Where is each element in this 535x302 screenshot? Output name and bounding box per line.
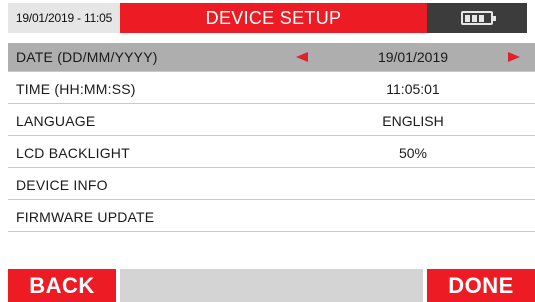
menu-item-date[interactable]: DATE (DD/MM/YYYY) 19/01/2019	[8, 43, 535, 72]
menu-item-value: ENGLISH	[382, 113, 444, 129]
menu-item-label: LCD BACKLIGHT	[16, 145, 130, 161]
menu-item-label: DEVICE INFO	[16, 177, 108, 193]
button-bar: BACK DONE	[8, 269, 535, 302]
menu-item-lcd-backlight[interactable]: LCD BACKLIGHT 50%	[8, 139, 535, 168]
back-button[interactable]: BACK	[8, 269, 116, 302]
menu-item-device-info[interactable]: DEVICE INFO	[8, 171, 535, 200]
menu-item-time[interactable]: TIME (HH:MM:SS) 11:05:01	[8, 75, 535, 104]
datetime-display: 19/01/2019 - 11:05	[8, 3, 120, 33]
menu-item-label: FIRMWARE UPDATE	[16, 209, 155, 225]
menu-item-label: TIME (HH:MM:SS)	[16, 81, 136, 97]
button-bar-spacer	[120, 269, 423, 302]
settings-menu: DATE (DD/MM/YYYY) 19/01/2019 TIME (HH:MM…	[8, 43, 535, 232]
battery-indicator	[427, 3, 527, 33]
left-arrow-icon[interactable]	[296, 52, 308, 62]
page-title: DEVICE SETUP	[120, 3, 427, 33]
menu-item-language[interactable]: LANGUAGE ENGLISH	[8, 107, 535, 136]
menu-item-label: LANGUAGE	[16, 113, 96, 129]
menu-item-value: 19/01/2019	[377, 49, 449, 65]
menu-item-label: DATE (DD/MM/YYYY)	[16, 49, 158, 65]
menu-item-firmware-update[interactable]: FIRMWARE UPDATE	[8, 203, 535, 232]
done-button[interactable]: DONE	[427, 269, 535, 302]
battery-full-icon	[461, 11, 496, 25]
menu-item-value: 11:05:01	[386, 81, 440, 97]
right-arrow-icon[interactable]	[508, 52, 520, 62]
top-bar: 19/01/2019 - 11:05 DEVICE SETUP	[0, 0, 535, 33]
menu-item-value: 50%	[398, 145, 428, 161]
